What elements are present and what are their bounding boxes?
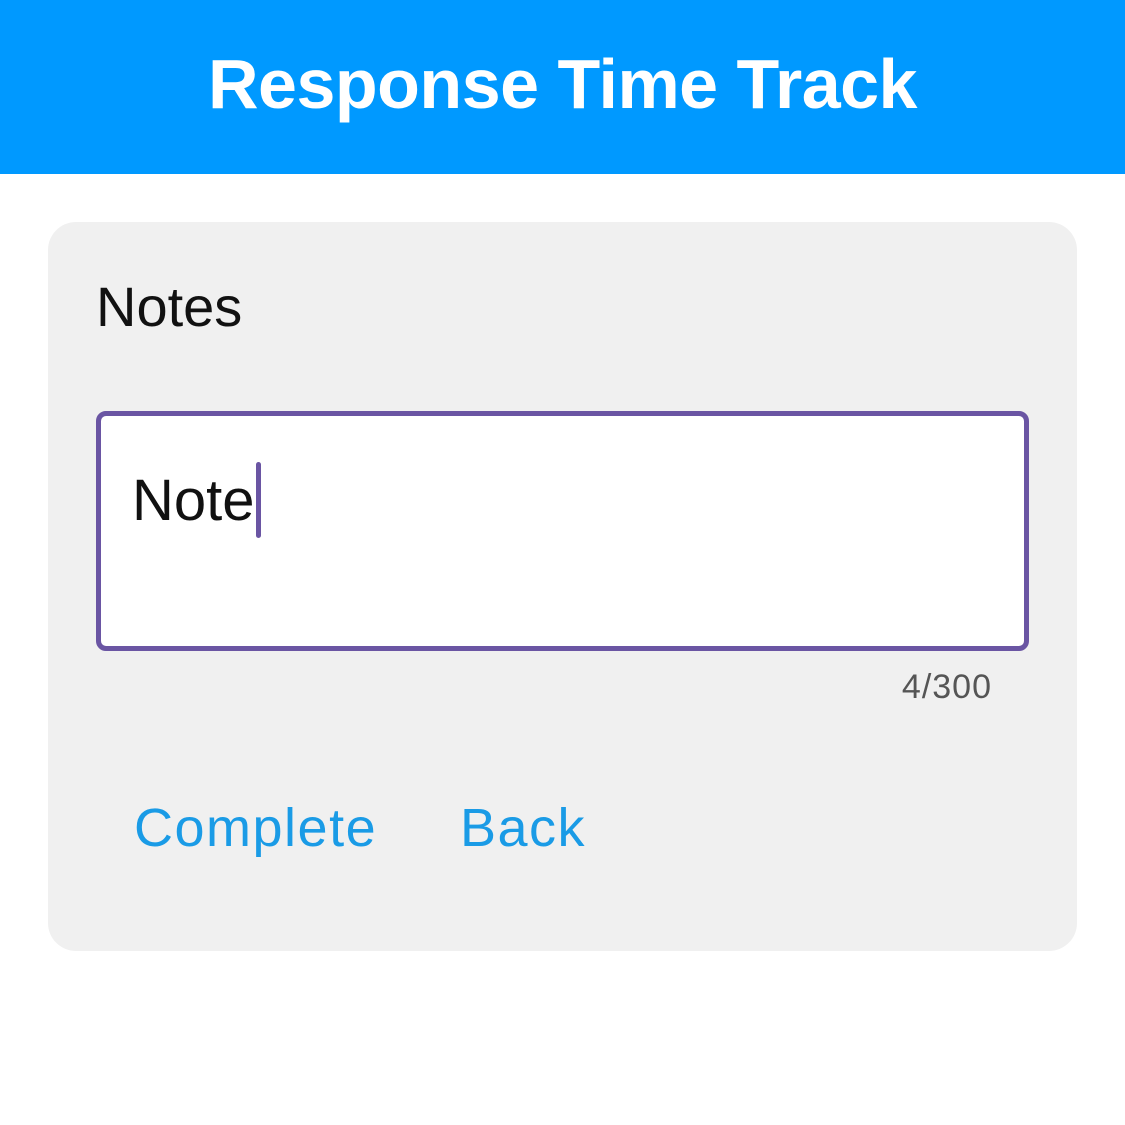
- complete-button[interactable]: Complete: [134, 797, 377, 859]
- text-caret: [255, 462, 261, 538]
- back-button[interactable]: Back: [460, 797, 586, 859]
- app-bar: Response Time Track: [0, 0, 1125, 174]
- notes-card: Notes Note 4/300 Complete Back: [48, 222, 1077, 951]
- notes-input[interactable]: Note: [96, 411, 1029, 651]
- notes-input-value[interactable]: Note: [132, 467, 255, 534]
- notes-label: Notes: [96, 275, 243, 338]
- character-counter: 4/300: [901, 668, 992, 706]
- page-title: Response Time Track: [208, 45, 918, 123]
- notes-input-value-wrapper[interactable]: Note: [132, 462, 261, 538]
